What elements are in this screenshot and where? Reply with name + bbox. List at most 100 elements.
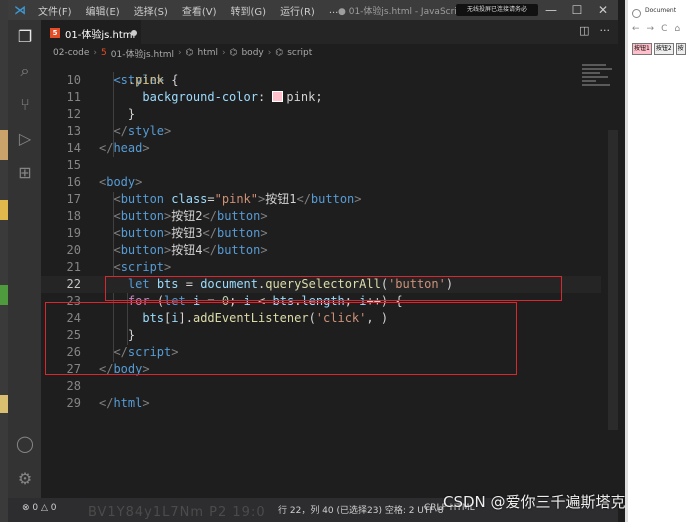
code-token: > xyxy=(260,226,268,240)
home-icon[interactable]: ⌂ xyxy=(674,24,680,34)
account-icon[interactable]: ◯ xyxy=(16,435,34,453)
code-token: </ xyxy=(202,209,217,223)
background-window-strip xyxy=(0,0,8,522)
breadcrumb-item[interactable]: body xyxy=(241,48,263,58)
code-token: button xyxy=(216,226,261,240)
search-icon[interactable]: ⌕ xyxy=(16,62,34,80)
code-line[interactable]: 29 </html> xyxy=(41,395,601,412)
more-actions-icon[interactable]: ··· xyxy=(600,24,611,37)
line-number: 28 xyxy=(66,379,81,393)
back-arrow-icon[interactable]: ← xyxy=(632,24,640,34)
tab-01-tiyan-js-html[interactable]: 5 01-体验js.html xyxy=(41,20,141,45)
menu-selection[interactable]: 选择(S) xyxy=(134,3,168,18)
cursor-position[interactable]: 行 22，列 40 (已选择23) 空格: 2 UTF-8 xyxy=(278,503,444,516)
browser-preview-window: Document ← → C ⌂ 按钮1 按钮2 按 xyxy=(625,0,691,522)
code-token: } xyxy=(99,107,136,121)
close-button[interactable]: ✕ xyxy=(590,0,616,20)
menu-edit[interactable]: 编辑(E) xyxy=(86,3,120,18)
forward-arrow-icon[interactable]: → xyxy=(647,24,655,34)
problems-count[interactable]: ⊗ 0 △ 0 xyxy=(22,503,57,513)
code-line[interactable]: 18 <button>按钮2</button> xyxy=(41,208,601,225)
breadcrumb-separator-icon: › xyxy=(267,48,272,58)
maximize-button[interactable]: ☐ xyxy=(564,0,590,20)
code-token: 按钮2 xyxy=(171,209,203,223)
element-icon: ⌬ xyxy=(185,48,194,58)
reload-icon[interactable]: C xyxy=(661,24,667,34)
breadcrumb-item[interactable]: 01-体验js.html xyxy=(111,47,174,60)
code-token: 按钮1 xyxy=(265,192,297,206)
menu-view[interactable]: 查看(V) xyxy=(182,3,217,18)
code-line[interactable]: 20 <button>按钮4</button> xyxy=(41,242,601,259)
code-line[interactable]: 16 <body> xyxy=(41,174,601,191)
code-token: = xyxy=(207,192,215,206)
breadcrumb-item[interactable]: html xyxy=(197,48,218,58)
color-swatch-icon[interactable] xyxy=(272,91,284,102)
code-line[interactable]: 17 <button class="pink">按钮1</button> xyxy=(41,191,601,208)
code-token: > xyxy=(164,260,172,274)
code-line-partial: <style> xyxy=(41,62,601,87)
code-line[interactable]: 12 } xyxy=(41,106,601,123)
menu-file[interactable]: 文件(F) xyxy=(38,3,72,18)
settings-gear-icon[interactable]: ⚙ xyxy=(16,470,34,488)
code-line[interactable]: 14 </head> xyxy=(41,140,601,157)
editor-tab-bar: 5 01-体验js.html ◫ ··· xyxy=(41,20,618,45)
explorer-icon[interactable]: ❐ xyxy=(16,28,34,46)
line-number: 18 xyxy=(66,209,81,223)
code-line[interactable]: 13 </style> xyxy=(41,123,601,140)
minimap[interactable] xyxy=(578,62,618,122)
code-token: </ xyxy=(202,226,217,240)
breadcrumb-item[interactable]: 02-code xyxy=(53,48,89,58)
source-control-icon[interactable]: ⑂ xyxy=(16,96,34,114)
code-token: script xyxy=(120,260,165,274)
code-token: body xyxy=(106,175,136,189)
code-text: .pink { xyxy=(99,72,179,89)
browser-tab[interactable]: Document xyxy=(632,6,691,20)
line-number: 21 xyxy=(66,260,81,274)
code-token: button xyxy=(120,209,165,223)
code-token: html xyxy=(113,396,143,410)
page-button-3[interactable]: 按 xyxy=(675,43,686,55)
html5-icon: 5 xyxy=(101,48,107,58)
menu-go[interactable]: 转到(G) xyxy=(231,3,267,18)
breadcrumb-item[interactable]: script xyxy=(287,48,312,58)
page-button-2[interactable]: 按钮2 xyxy=(653,43,674,55)
code-line[interactable]: 28 xyxy=(41,378,601,395)
code-text: <button class="pink">按钮1</button> xyxy=(99,191,361,208)
code-text: </html> xyxy=(99,395,150,412)
line-number: 20 xyxy=(66,243,81,257)
unsaved-dot-icon[interactable] xyxy=(131,30,137,36)
run-debug-icon[interactable]: ▷ xyxy=(16,130,34,148)
code-token: style xyxy=(127,124,165,138)
minimize-button[interactable]: — xyxy=(538,0,564,20)
globe-icon xyxy=(632,9,641,18)
line-number: 12 xyxy=(66,107,81,121)
line-number: 14 xyxy=(66,141,81,155)
extensions-icon[interactable]: ⊞ xyxy=(16,164,34,182)
code-token: > xyxy=(135,175,143,189)
split-editor-icon[interactable]: ◫ xyxy=(579,24,589,37)
page-button-1[interactable]: 按钮1 xyxy=(632,43,652,55)
code-token: button xyxy=(120,192,165,206)
vscode-logo-icon: ⋊ xyxy=(14,3,26,17)
code-line[interactable]: 11 background-color: pink; xyxy=(41,89,601,106)
editor-scrollbar[interactable] xyxy=(608,130,618,430)
code-line[interactable]: 19 <button>按钮3</button> xyxy=(41,225,601,242)
breadcrumb-separator-icon: › xyxy=(178,48,182,58)
code-token: 按钮3 xyxy=(171,226,203,240)
code-line[interactable]: 21 <script> xyxy=(41,259,601,276)
video-overlay-text: BV1Y84y1L7Nm P2 19:0 xyxy=(88,505,266,520)
code-token: < xyxy=(113,226,121,240)
menu-more[interactable]: ... xyxy=(329,5,339,16)
code-line[interactable]: 10 .pink { xyxy=(41,72,601,89)
code-token: > xyxy=(260,243,268,257)
line-number: 29 xyxy=(66,396,81,410)
code-token: background-color xyxy=(142,90,258,104)
menu-run[interactable]: 运行(R) xyxy=(280,3,315,18)
code-line[interactable]: 15 xyxy=(41,157,601,174)
